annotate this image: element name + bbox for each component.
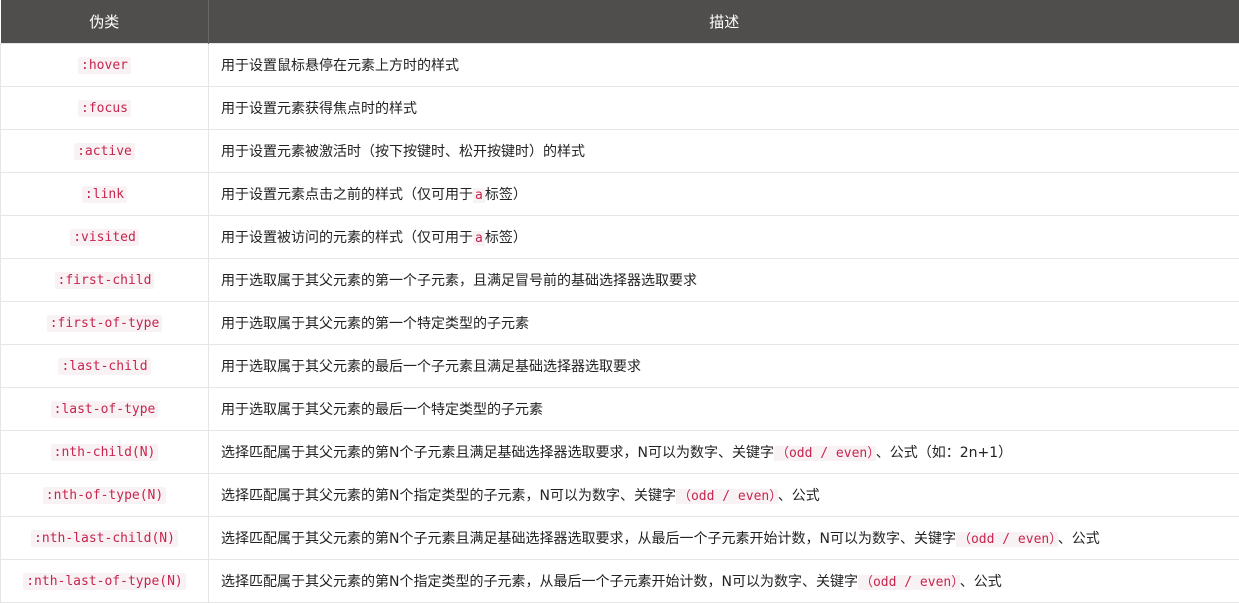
table-row: :link 用于设置元素点击之前的样式（仅可用于a标签） bbox=[1, 173, 1239, 216]
table-row: :nth-of-type(N) 选择匹配属于其父元素的第N个指定类型的子元素，N可… bbox=[1, 474, 1239, 517]
description-text: 选择匹配属于其父元素的第N个子元素且满足基础选择器选取要求，N可以为数字、关键字 bbox=[221, 445, 774, 461]
description-text: 、公式 bbox=[778, 488, 820, 504]
selector-cell: :link bbox=[1, 173, 209, 216]
selector-cell: :focus bbox=[1, 87, 209, 130]
table-row: :first-of-type 用于选取属于其父元素的第一个特定类型的子元素 bbox=[1, 302, 1239, 345]
description-text: 用于选取属于其父元素的最后一个子元素且满足基础选择器选取要求 bbox=[221, 359, 641, 375]
selector-code: :nth-of-type(N) bbox=[43, 487, 166, 504]
description-text: 用于设置被访问的元素的样式（仅可用于 bbox=[221, 230, 473, 246]
table-row: :focus 用于设置元素获得焦点时的样式 bbox=[1, 87, 1239, 130]
selector-cell: :first-child bbox=[1, 259, 209, 302]
description-text: 、公式 bbox=[960, 574, 1002, 590]
selector-code: :last-child bbox=[58, 358, 150, 375]
table-row: :hover 用于设置鼠标悬停在元素上方时的样式 bbox=[1, 44, 1239, 87]
description-text: 用于设置元素获得焦点时的样式 bbox=[221, 101, 417, 117]
header-row: 伪类 描述 bbox=[1, 0, 1239, 44]
description-text: 用于设置元素被激活时（按下按键时、松开按键时）的样式 bbox=[221, 144, 585, 160]
selector-code: :last-of-type bbox=[51, 401, 159, 418]
description-text: 标签） bbox=[485, 230, 527, 246]
selector-code: :nth-last-of-type(N) bbox=[23, 573, 186, 590]
selector-cell: :nth-of-type(N) bbox=[1, 474, 209, 517]
table-header: 伪类 描述 bbox=[1, 0, 1239, 44]
inline-code: （odd / even） bbox=[774, 446, 876, 461]
selector-cell: :nth-child(N) bbox=[1, 431, 209, 474]
description-cell: 用于设置被访问的元素的样式（仅可用于a标签） bbox=[209, 216, 1239, 259]
description-text: 用于选取属于其父元素的第一个子元素，且满足冒号前的基础选择器选取要求 bbox=[221, 273, 697, 289]
selector-code: :visited bbox=[70, 229, 139, 246]
selector-code: :first-of-type bbox=[47, 315, 163, 332]
description-text: 选择匹配属于其父元素的第N个指定类型的子元素，N可以为数字、关键字 bbox=[221, 488, 676, 504]
description-cell: 用于选取属于其父元素的第一个子元素，且满足冒号前的基础选择器选取要求 bbox=[209, 259, 1239, 302]
inline-code: （odd / even） bbox=[956, 532, 1058, 547]
selector-cell: :active bbox=[1, 130, 209, 173]
selector-cell: :nth-last-child(N) bbox=[1, 517, 209, 560]
selector-code: :hover bbox=[78, 57, 131, 74]
description-text: 、公式 bbox=[1058, 531, 1100, 547]
table-row: :last-child 用于选取属于其父元素的最后一个子元素且满足基础选择器选取要… bbox=[1, 345, 1239, 388]
description-text: 用于选取属于其父元素的最后一个特定类型的子元素 bbox=[221, 402, 543, 418]
description-cell: 用于设置元素被激活时（按下按键时、松开按键时）的样式 bbox=[209, 130, 1239, 173]
description-cell: 选择匹配属于其父元素的第N个子元素且满足基础选择器选取要求，N可以为数字、关键字… bbox=[209, 431, 1239, 474]
selector-code: :focus bbox=[78, 100, 131, 117]
description-cell: 用于选取属于其父元素的第一个特定类型的子元素 bbox=[209, 302, 1239, 345]
description-text: 选择匹配属于其父元素的第N个指定类型的子元素，从最后一个子元素开始计数，N可以为… bbox=[221, 574, 858, 590]
selector-code: :nth-child(N) bbox=[51, 444, 159, 461]
selector-cell: :last-child bbox=[1, 345, 209, 388]
header-description: 描述 bbox=[209, 0, 1239, 44]
description-cell: 用于设置元素获得焦点时的样式 bbox=[209, 87, 1239, 130]
description-cell: 选择匹配属于其父元素的第N个指定类型的子元素，N可以为数字、关键字（odd / … bbox=[209, 474, 1239, 517]
description-cell: 用于设置鼠标悬停在元素上方时的样式 bbox=[209, 44, 1239, 87]
selector-code: :first-child bbox=[55, 272, 155, 289]
description-text: 标签） bbox=[485, 187, 527, 203]
selector-cell: :nth-last-of-type(N) bbox=[1, 560, 209, 603]
table-row: :nth-child(N) 选择匹配属于其父元素的第N个子元素且满足基础选择器选取… bbox=[1, 431, 1239, 474]
table-row: :nth-last-child(N) 选择匹配属于其父元素的第N个子元素且满足基础… bbox=[1, 517, 1239, 560]
description-text: 用于设置元素点击之前的样式（仅可用于 bbox=[221, 187, 473, 203]
description-cell: 选择匹配属于其父元素的第N个子元素且满足基础选择器选取要求，从最后一个子元素开始… bbox=[209, 517, 1239, 560]
description-text: 选择匹配属于其父元素的第N个子元素且满足基础选择器选取要求，从最后一个子元素开始… bbox=[221, 531, 956, 547]
description-cell: 用于选取属于其父元素的最后一个子元素且满足基础选择器选取要求 bbox=[209, 345, 1239, 388]
selector-cell: :first-of-type bbox=[1, 302, 209, 345]
description-cell: 用于设置元素点击之前的样式（仅可用于a标签） bbox=[209, 173, 1239, 216]
selector-cell: :visited bbox=[1, 216, 209, 259]
inline-code: （odd / even） bbox=[676, 489, 778, 504]
table-row: :first-child 用于选取属于其父元素的第一个子元素，且满足冒号前的基础选… bbox=[1, 259, 1239, 302]
description-cell: 选择匹配属于其父元素的第N个指定类型的子元素，从最后一个子元素开始计数，N可以为… bbox=[209, 560, 1239, 603]
pseudo-class-table: 伪类 描述 :hover 用于设置鼠标悬停在元素上方时的样式 :focus 用于设置元… bbox=[0, 0, 1239, 603]
description-cell: 用于选取属于其父元素的最后一个特定类型的子元素 bbox=[209, 388, 1239, 431]
table-row: :last-of-type 用于选取属于其父元素的最后一个特定类型的子元素 bbox=[1, 388, 1239, 431]
table-body: :hover 用于设置鼠标悬停在元素上方时的样式 :focus 用于设置元素获得焦点时… bbox=[1, 44, 1239, 603]
table-row: :visited 用于设置被访问的元素的样式（仅可用于a标签） bbox=[1, 216, 1239, 259]
selector-code: :link bbox=[82, 186, 127, 203]
description-text: 用于选取属于其父元素的第一个特定类型的子元素 bbox=[221, 316, 529, 332]
description-text: 、公式（如：2n+1） bbox=[876, 445, 1012, 461]
selector-cell: :last-of-type bbox=[1, 388, 209, 431]
selector-code: :active bbox=[74, 143, 135, 160]
table-row: :nth-last-of-type(N) 选择匹配属于其父元素的第N个指定类型的子… bbox=[1, 560, 1239, 603]
header-pseudo-class: 伪类 bbox=[1, 0, 209, 44]
inline-code: a bbox=[473, 231, 485, 246]
selector-code: :nth-last-child(N) bbox=[31, 530, 178, 547]
selector-cell: :hover bbox=[1, 44, 209, 87]
table-row: :active 用于设置元素被激活时（按下按键时、松开按键时）的样式 bbox=[1, 130, 1239, 173]
description-text: 用于设置鼠标悬停在元素上方时的样式 bbox=[221, 58, 459, 74]
inline-code: a bbox=[473, 188, 485, 203]
inline-code: （odd / even） bbox=[858, 575, 960, 590]
